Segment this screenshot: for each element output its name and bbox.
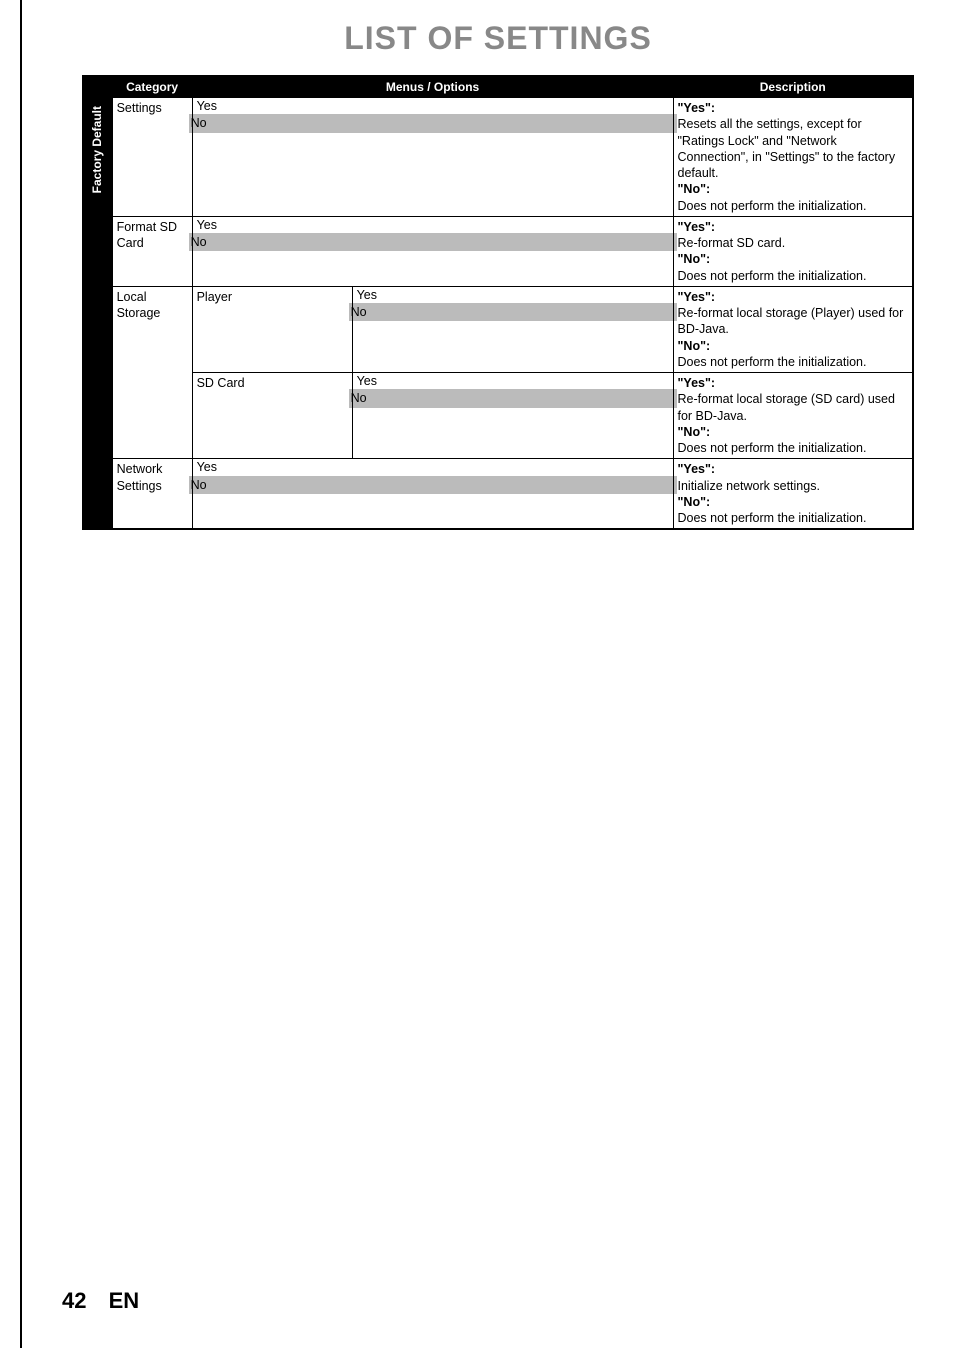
option-yes: Yes	[353, 287, 673, 303]
table-row: Local Storage Player Yes No "Yes": Re-fo…	[83, 286, 913, 372]
side-tab-label: Factory Default	[88, 100, 108, 199]
desc-no-text: Does not perform the initialization.	[678, 199, 867, 213]
desc-yes-text: Re-format local storage (SD card) used f…	[678, 392, 895, 422]
cell-options: Yes No	[192, 98, 673, 217]
desc-no-label: "No":	[678, 425, 711, 439]
option-yes: Yes	[353, 373, 673, 389]
settings-table: Category Menus / Options Description Fac…	[82, 75, 914, 530]
side-tab: Factory Default	[83, 98, 112, 530]
page-container: LIST OF SETTINGS Category Menus / Option…	[20, 0, 954, 1348]
option-no: No	[189, 476, 677, 494]
desc-yes-label: "Yes":	[678, 101, 716, 115]
cell-description: "Yes": Initialize network settings. "No"…	[673, 459, 913, 530]
option-no: No	[189, 114, 677, 132]
desc-yes-text: Resets all the settings, except for "Rat…	[678, 117, 896, 180]
cell-description: "Yes": Re-format local storage (Player) …	[673, 286, 913, 372]
cell-description: "Yes": Re-format local storage (SD card)…	[673, 373, 913, 459]
option-no: No	[349, 303, 677, 321]
cell-category: Format SD Card	[112, 216, 192, 286]
cell-options: Yes No	[192, 459, 673, 530]
cell-submenu: Player	[192, 286, 352, 372]
desc-no-label: "No":	[678, 339, 711, 353]
desc-yes-label: "Yes":	[678, 376, 716, 390]
cell-description: "Yes": Re-format SD card. "No": Does not…	[673, 216, 913, 286]
th-category: Category	[112, 76, 192, 98]
option-yes: Yes	[193, 459, 673, 475]
cell-options: Yes No	[352, 373, 673, 459]
table-row: Factory Default Settings Yes No "Yes": R…	[83, 98, 913, 217]
desc-no-text: Does not perform the initialization.	[678, 511, 867, 525]
desc-no-label: "No":	[678, 495, 711, 509]
table-row: Network Settings Yes No "Yes": Initializ…	[83, 459, 913, 530]
cell-options: Yes No	[352, 286, 673, 372]
desc-no-text: Does not perform the initialization.	[678, 441, 867, 455]
page-title: LIST OF SETTINGS	[82, 20, 914, 57]
th-description: Description	[673, 76, 913, 98]
desc-yes-label: "Yes":	[678, 462, 716, 476]
page-lang: EN	[109, 1288, 140, 1313]
page-footer: 42 EN	[62, 1288, 139, 1314]
table-header-row: Category Menus / Options Description	[83, 76, 913, 98]
desc-yes-text: Re-format local storage (Player) used fo…	[678, 306, 904, 336]
desc-yes-text: Re-format SD card.	[678, 236, 786, 250]
option-yes: Yes	[193, 98, 673, 114]
th-menus: Menus / Options	[192, 76, 673, 98]
desc-no-text: Does not perform the initialization.	[678, 355, 867, 369]
table-row: SD Card Yes No "Yes": Re-format local st…	[83, 373, 913, 459]
cell-description: "Yes": Resets all the settings, except f…	[673, 98, 913, 217]
desc-no-label: "No":	[678, 182, 711, 196]
th-blank	[83, 76, 112, 98]
cell-submenu: SD Card	[192, 373, 352, 459]
cell-options: Yes No	[192, 216, 673, 286]
desc-yes-label: "Yes":	[678, 290, 716, 304]
cell-category: Network Settings	[112, 459, 192, 530]
desc-yes-text: Initialize network settings.	[678, 479, 820, 493]
option-no: No	[349, 389, 677, 407]
option-yes: Yes	[193, 217, 673, 233]
cell-category: Settings	[112, 98, 192, 217]
desc-no-label: "No":	[678, 252, 711, 266]
page-number: 42	[62, 1288, 86, 1313]
desc-no-text: Does not perform the initialization.	[678, 269, 867, 283]
desc-yes-label: "Yes":	[678, 220, 716, 234]
option-no: No	[189, 233, 677, 251]
cell-category: Local Storage	[112, 286, 192, 459]
table-row: Format SD Card Yes No "Yes": Re-format S…	[83, 216, 913, 286]
